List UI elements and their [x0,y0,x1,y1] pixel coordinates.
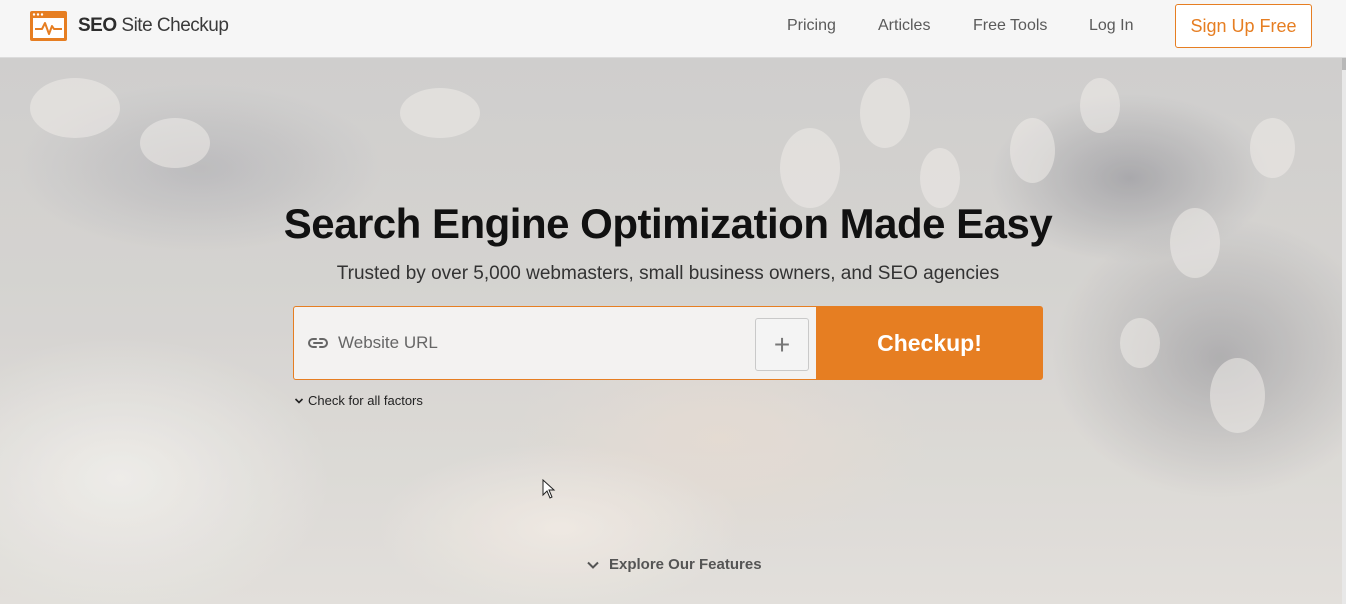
sign-up-button[interactable]: Sign Up Free [1175,4,1312,48]
checkup-button[interactable]: Checkup! [816,306,1043,380]
explore-features-link[interactable]: Explore Our Features [586,556,762,573]
website-url-input[interactable] [338,325,748,361]
brand-name: SEO Site Checkup [78,15,229,36]
check-all-factors-label: Check for all factors [308,393,423,408]
pulse-window-icon [30,11,67,41]
nav-log-in[interactable]: Log In [1089,17,1133,35]
page-scrollbar[interactable] [1342,0,1346,604]
nav-pricing[interactable]: Pricing [787,17,836,35]
link-icon [308,338,328,348]
nav-articles[interactable]: Articles [878,17,930,35]
nav-free-tools[interactable]: Free Tools [973,17,1047,35]
site-header: SEO Site Checkup Pricing Articles Free T… [0,0,1346,58]
hero-title: Search Engine Optimization Made Easy [283,200,1053,247]
explore-features-label: Explore Our Features [609,556,762,573]
url-search-box: + [293,306,816,380]
mouse-pointer-icon [542,479,556,499]
check-all-factors-toggle[interactable]: Check for all factors [294,393,423,408]
add-url-button[interactable]: + [755,318,809,371]
chevron-down-icon [587,561,599,569]
chevron-down-icon [294,397,304,404]
site-logo[interactable]: SEO Site Checkup [29,10,229,42]
hero-subtitle: Trusted by over 5,000 webmasters, small … [336,263,1000,284]
